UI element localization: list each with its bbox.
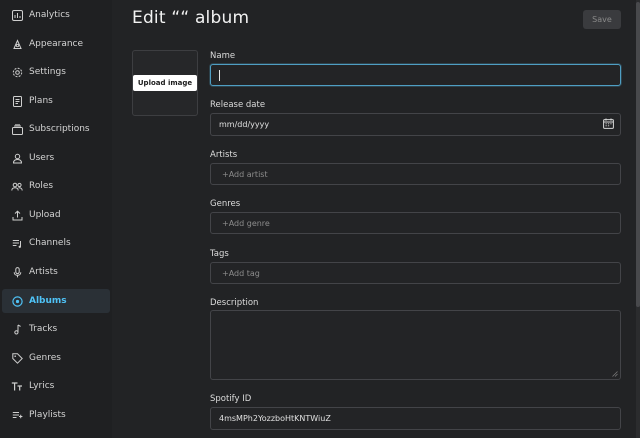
main-content: Edit ““ album Save Upload image Name Rel…	[112, 0, 640, 438]
sidebar-item-playlists[interactable]: Playlists	[2, 403, 110, 427]
microphone-icon	[11, 266, 23, 278]
sidebar-item-lyrics[interactable]: Lyrics	[2, 374, 110, 398]
spotify-id-label: Spotify ID	[210, 394, 252, 404]
roles-icon	[11, 180, 23, 192]
sidebar-item-label: Lyrics	[29, 381, 55, 391]
release-date-placeholder: mm/dd/yyyy	[219, 120, 270, 129]
sidebar: Analytics Appearance Settings Plans Subs…	[0, 0, 112, 438]
sidebar-item-label: Channels	[29, 238, 71, 248]
sidebar-item-label: Artists	[29, 267, 58, 277]
appearance-icon	[11, 38, 23, 50]
spotify-id-field[interactable]: 4msMPh2YozzboHtKNTWiuZ	[210, 407, 621, 430]
tag-icon	[11, 352, 23, 364]
add-artist-placeholder: +Add artist	[222, 169, 268, 179]
sidebar-item-label: Subscriptions	[29, 124, 90, 134]
sidebar-item-plans[interactable]: Plans	[2, 89, 110, 113]
sidebar-item-label: Playlists	[29, 410, 66, 420]
resize-grip-icon[interactable]	[612, 371, 618, 377]
gear-icon	[11, 66, 23, 78]
scrollbar[interactable]	[636, 0, 640, 438]
subscriptions-icon	[11, 123, 23, 135]
analytics-icon	[11, 9, 23, 21]
sidebar-item-roles[interactable]: Roles	[2, 174, 110, 198]
save-button[interactable]: Save	[583, 10, 621, 29]
add-genre-placeholder: +Add genre	[222, 218, 270, 228]
description-label: Description	[210, 298, 259, 308]
genres-field[interactable]: +Add genre	[210, 212, 621, 234]
artists-label: Artists	[210, 150, 238, 160]
sidebar-item-label: Tracks	[29, 324, 58, 334]
sidebar-item-label: Plans	[29, 96, 53, 106]
music-note-icon	[11, 323, 23, 335]
spotify-id-value: 4msMPh2YozzboHtKNTWiuZ	[219, 414, 331, 423]
user-icon	[11, 152, 23, 164]
sidebar-item-label: Appearance	[29, 39, 84, 49]
upload-icon	[11, 209, 23, 221]
description-textarea[interactable]	[210, 310, 621, 380]
release-date-field[interactable]: mm/dd/yyyy	[210, 113, 621, 136]
artists-field[interactable]: +Add artist	[210, 163, 621, 185]
sidebar-item-albums[interactable]: Albums	[2, 289, 110, 313]
sidebar-item-appearance[interactable]: Appearance	[2, 32, 110, 56]
page-title: Edit ““ album	[132, 8, 250, 28]
sidebar-item-subscriptions[interactable]: Subscriptions	[2, 117, 110, 141]
sidebar-item-label: Roles	[29, 181, 54, 191]
sidebar-item-analytics[interactable]: Analytics	[2, 3, 110, 27]
genres-label: Genres	[210, 199, 241, 209]
sidebar-item-artists[interactable]: Artists	[2, 260, 110, 284]
add-tag-placeholder: +Add tag	[222, 268, 260, 278]
name-label: Name	[210, 51, 236, 61]
text-icon	[11, 380, 23, 392]
text-caret	[219, 69, 220, 81]
sidebar-item-label: Analytics	[29, 10, 70, 20]
sidebar-item-label: Settings	[29, 67, 66, 77]
channels-icon	[11, 237, 23, 249]
name-field[interactable]	[210, 64, 621, 86]
tags-label: Tags	[210, 249, 229, 259]
sidebar-item-label: Albums	[29, 296, 67, 306]
sidebar-item-users[interactable]: Users	[2, 146, 110, 170]
upload-image-button[interactable]: Upload image	[133, 75, 197, 91]
album-image-placeholder: Upload image	[132, 50, 198, 116]
sidebar-item-tracks[interactable]: Tracks	[2, 317, 110, 341]
tags-field[interactable]: +Add tag	[210, 262, 621, 284]
release-date-label: Release date	[210, 100, 266, 110]
sidebar-item-genres[interactable]: Genres	[2, 346, 110, 370]
sidebar-item-channels[interactable]: Channels	[2, 231, 110, 255]
plans-icon	[11, 95, 23, 107]
sidebar-item-upload[interactable]: Upload	[2, 203, 110, 227]
sidebar-item-settings[interactable]: Settings	[2, 60, 110, 84]
scrollbar-thumb[interactable]	[636, 2, 640, 307]
album-icon	[11, 295, 23, 307]
sidebar-item-label: Genres	[29, 353, 61, 363]
sidebar-item-label: Users	[29, 153, 55, 163]
playlist-icon	[11, 409, 23, 421]
calendar-icon[interactable]	[603, 118, 614, 129]
sidebar-item-label: Upload	[29, 210, 61, 220]
